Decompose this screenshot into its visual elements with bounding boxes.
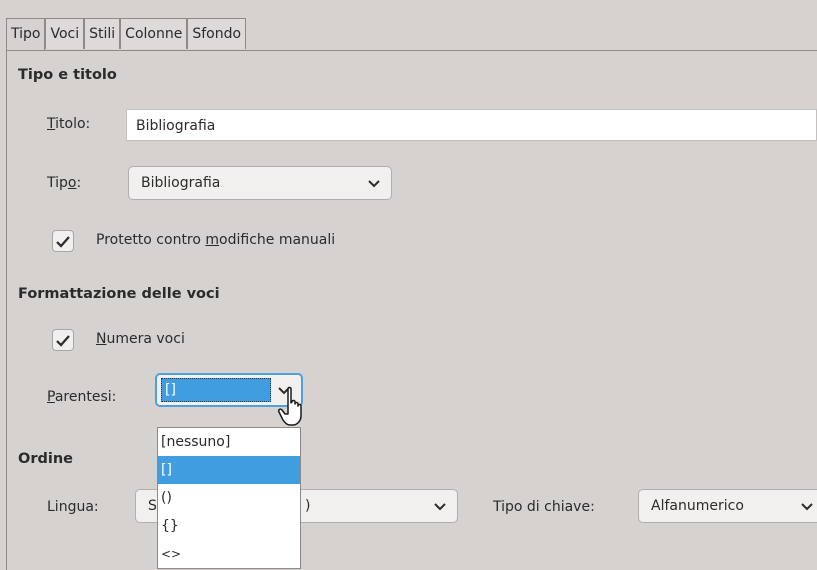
tab-tipo[interactable]: Tipo [6,18,46,51]
tab-colonne[interactable]: Colonne [120,18,188,49]
chevron-down-icon [434,503,446,511]
tab-sfondo[interactable]: Sfondo [187,18,247,49]
dropdown-option-square[interactable]: [] [158,456,300,484]
type-select-value: Bibliografia [141,175,221,191]
brackets-dropdown-list: [nessuno] [] () {} <> [157,427,301,569]
type-select[interactable]: Bibliografia [128,166,392,200]
title-input[interactable]: Bibliografia [126,109,817,141]
tab-stili[interactable]: Stili [84,18,121,49]
brackets-label: Parentesi: [47,389,117,405]
language-select-value-start: S [148,498,157,514]
tab-bar: Tipo Voci Stili Colonne Sfondo [6,18,247,51]
check-icon [56,236,70,248]
key-type-select-value: Alfanumerico [651,498,744,514]
brackets-select-value: [] [161,378,271,402]
key-type-select[interactable]: Alfanumerico [638,489,817,523]
title-label: Titolo: [47,116,91,132]
protected-label: Protetto contro modifiche manuali [96,232,336,248]
dropdown-option-angle[interactable]: <> [158,540,300,568]
dropdown-option-curly[interactable]: {} [158,512,300,540]
number-entries-label: Numera voci [96,331,185,347]
protected-checkbox[interactable] [52,230,74,252]
section-type-title-heading: Tipo e titolo [18,67,117,83]
number-entries-checkbox[interactable] [52,329,74,351]
language-select-value-end: ) [305,498,311,514]
tab-voci[interactable]: Voci [45,18,85,49]
language-label: Lingua: [47,499,99,515]
type-label: Tipo: [47,175,82,191]
chevron-down-icon [801,503,813,511]
key-type-label: Tipo di chiave: [493,499,595,515]
dropdown-option-round[interactable]: () [158,484,300,512]
hand-cursor-icon [278,386,302,426]
dropdown-option-none[interactable]: [nessuno] [158,428,300,456]
section-order-heading: Ordine [18,451,73,467]
chevron-down-icon [368,180,380,188]
section-entries-heading: Formattazione delle voci [18,286,220,302]
check-icon [56,335,70,347]
